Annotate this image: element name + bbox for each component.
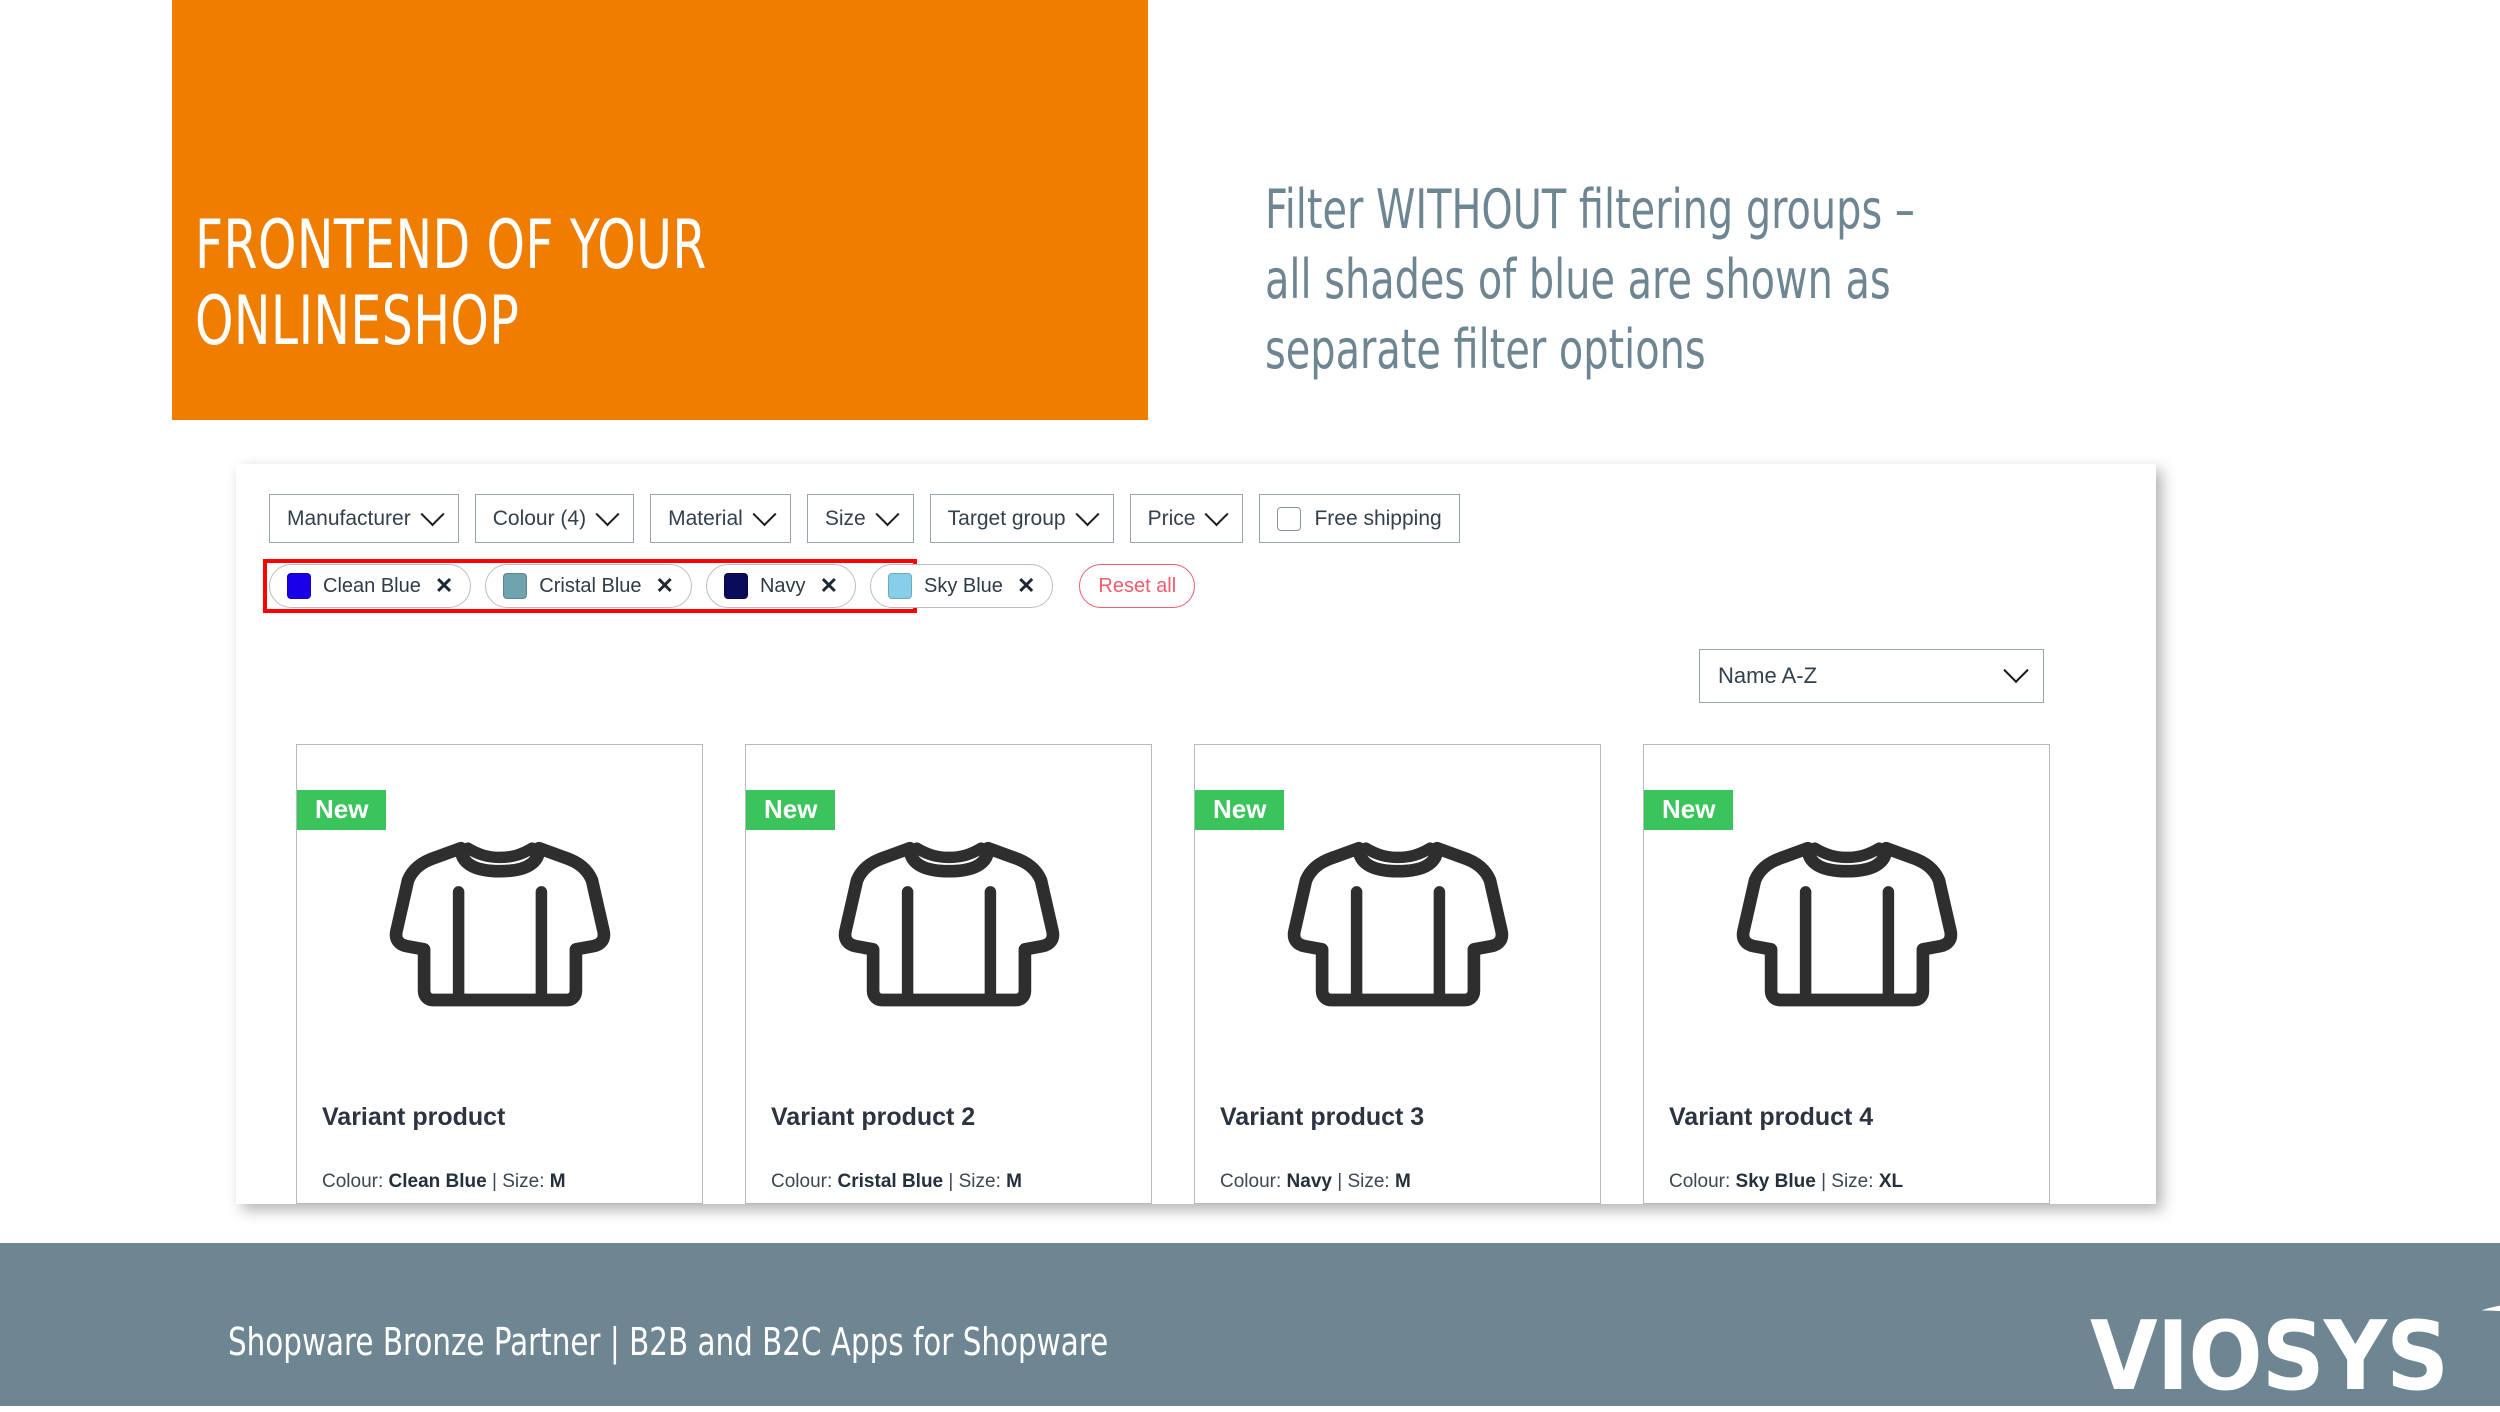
product-image: [1644, 763, 2049, 1053]
product-meta: Colour: Navy | Size: M: [1220, 1171, 1411, 1193]
product-colour-value: Sky Blue: [1735, 1171, 1816, 1192]
chevron-down-icon: [420, 502, 445, 527]
product-size-value: M: [1394, 1171, 1411, 1192]
remove-icon[interactable]: ✕: [820, 575, 838, 597]
tshirt-icon: [838, 841, 1059, 1007]
chevron-down-icon: [595, 502, 620, 527]
product-image: [746, 763, 1151, 1053]
filter-price-label: Price: [1147, 506, 1196, 530]
filter-tag-label: Sky Blue: [924, 574, 1003, 597]
product-size-value: M: [549, 1171, 566, 1192]
viosys-wordmark: VIOSYS: [2090, 1302, 2449, 1412]
filter-manufacturer-label: Manufacturer: [287, 506, 411, 530]
viosys-figure-icon: [2481, 1305, 2500, 1312]
tshirt-icon: [1287, 841, 1508, 1007]
filter-colour-label: Colour (4): [492, 506, 587, 530]
filter-target-group-label: Target group: [947, 506, 1066, 530]
filter-material[interactable]: Material: [650, 494, 791, 543]
product-size-prefix: | Size:: [486, 1171, 550, 1192]
filter-target-group[interactable]: Target group: [929, 494, 1114, 543]
colour-swatch-icon: [503, 573, 528, 599]
filter-free-shipping[interactable]: Free shipping: [1259, 494, 1460, 543]
remove-icon[interactable]: ✕: [1017, 575, 1035, 597]
checkbox-icon[interactable]: [1277, 506, 1302, 531]
product-title: Variant product 4: [1669, 1103, 1874, 1131]
colour-swatch-icon: [723, 573, 748, 599]
tshirt-icon: [389, 841, 610, 1007]
product-image: [1195, 763, 1600, 1053]
product-title: Variant product 2: [771, 1103, 976, 1131]
chevron-down-icon: [1075, 502, 1100, 527]
filter-bar: Manufacturer Colour (4) Material Size Ta…: [269, 494, 1460, 543]
active-filter-tags: Clean Blue ✕ Cristal Blue ✕ Navy ✕ Sky B…: [269, 564, 1196, 608]
remove-icon[interactable]: ✕: [435, 575, 453, 597]
sort-dropdown[interactable]: Name A-Z: [1699, 649, 2044, 703]
filter-tag-cristal-blue[interactable]: Cristal Blue ✕: [485, 564, 692, 608]
filter-free-shipping-label: Free shipping: [1314, 506, 1442, 530]
filter-size-label: Size: [824, 506, 866, 530]
footer-text: Shopware Bronze Partner | B2B and B2C Ap…: [228, 1320, 1109, 1364]
product-image: [297, 763, 702, 1053]
chevron-down-icon: [2003, 657, 2029, 684]
product-colour-prefix: Colour:: [1669, 1171, 1736, 1192]
colour-swatch-icon: [287, 573, 311, 599]
shop-frontend-panel: Manufacturer Colour (4) Material Size Ta…: [236, 464, 2156, 1204]
product-card[interactable]: New Variant product 3 Colour: Navy | Siz…: [1194, 744, 1601, 1204]
sort-dropdown-value: Name A-Z: [1718, 663, 1818, 688]
slide-subtitle: Filter WITHOUT filtering groups – all sh…: [1265, 178, 1915, 382]
product-colour-value: Clean Blue: [388, 1171, 487, 1192]
viosys-logo: VIOSYS: [2090, 1268, 2500, 1405]
product-size-prefix: | Size:: [1331, 1171, 1395, 1192]
product-colour-prefix: Colour:: [322, 1171, 389, 1192]
colour-swatch-icon: [888, 573, 912, 599]
remove-icon[interactable]: ✕: [656, 575, 674, 597]
filter-manufacturer[interactable]: Manufacturer: [269, 494, 459, 543]
reset-all-button[interactable]: Reset all: [1079, 564, 1196, 608]
filter-colour[interactable]: Colour (4): [474, 494, 635, 543]
product-size-value: XL: [1878, 1171, 1904, 1192]
chevron-down-icon: [752, 502, 777, 527]
product-meta: Colour: Cristal Blue | Size: M: [771, 1171, 1022, 1193]
product-size-prefix: | Size:: [943, 1171, 1007, 1192]
filter-tag-sky-blue[interactable]: Sky Blue ✕: [870, 564, 1054, 608]
chevron-down-icon: [875, 502, 900, 527]
product-colour-prefix: Colour:: [1220, 1171, 1287, 1192]
filter-price[interactable]: Price: [1129, 494, 1244, 543]
product-colour-value: Cristal Blue: [837, 1171, 944, 1192]
page-title: FRONTEND OF YOUR ONLINESHOP: [195, 206, 707, 362]
product-size-value: M: [1006, 1171, 1022, 1192]
product-card[interactable]: New Variant product 4 Colour: Sky Blue |…: [1643, 744, 2050, 1204]
product-title: Variant product: [322, 1103, 506, 1131]
product-meta: Colour: Clean Blue | Size: M: [322, 1171, 566, 1193]
filter-tag-label: Cristal Blue: [539, 574, 642, 597]
product-colour-value: Navy: [1286, 1171, 1332, 1192]
product-card[interactable]: New Variant product Colour: Clean Blue |…: [296, 744, 703, 1204]
product-title: Variant product 3: [1220, 1103, 1425, 1131]
filter-size[interactable]: Size: [806, 494, 914, 543]
product-colour-prefix: Colour:: [771, 1171, 838, 1192]
product-meta: Colour: Sky Blue | Size: XL: [1669, 1171, 1903, 1193]
filter-tag-navy[interactable]: Navy ✕: [705, 564, 856, 608]
filter-material-label: Material: [668, 506, 743, 530]
filter-tag-label: Clean Blue: [323, 574, 421, 597]
filter-tag-label: Navy: [759, 574, 806, 597]
product-card[interactable]: New Variant product 2 Colour: Cristal Bl…: [745, 744, 1152, 1204]
tshirt-icon: [1736, 841, 1957, 1007]
filter-tag-clean-blue[interactable]: Clean Blue ✕: [269, 564, 472, 608]
chevron-down-icon: [1204, 502, 1229, 527]
product-size-prefix: | Size:: [1815, 1171, 1879, 1192]
product-grid: New Variant product Colour: Clean Blue |…: [296, 744, 2050, 1204]
